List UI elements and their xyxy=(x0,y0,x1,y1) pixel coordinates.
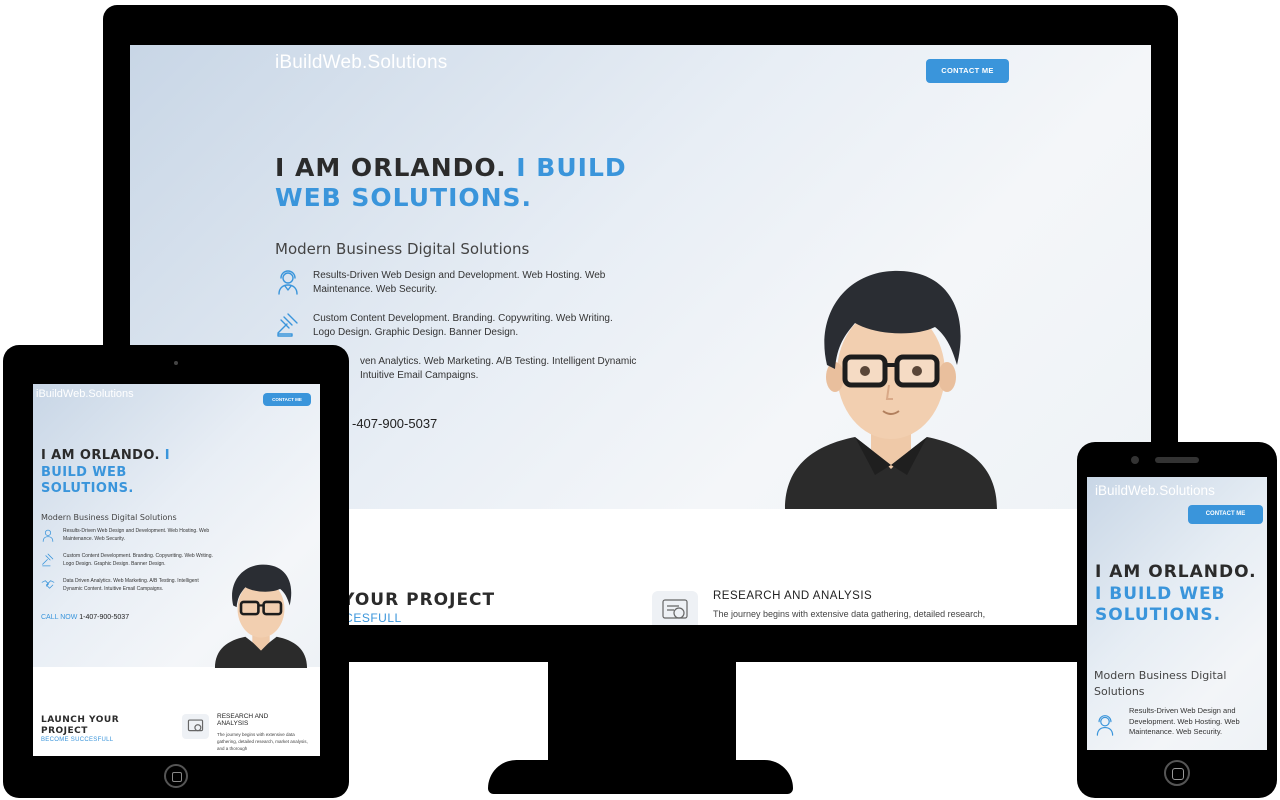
feature-item-web-design: Results-Driven Web Design and Developmen… xyxy=(275,269,635,299)
support-agent-icon xyxy=(1096,715,1114,736)
phone-speaker xyxy=(1155,457,1199,463)
feature-item-content: Custom Content Development. Branding. Co… xyxy=(41,553,221,569)
research-icon xyxy=(652,591,698,625)
headline-name: I AM ORLANDO. xyxy=(275,153,517,182)
feature-item-analytics: Data Driven Analytics. Web Marketing. A/… xyxy=(41,578,221,594)
contact-me-button[interactable]: CONTACT ME xyxy=(926,59,1009,83)
feature-item-web-design: Results-Driven Web Design and Developmen… xyxy=(1094,706,1264,750)
become-successful-subtitle: BECOME SUCCESFULL xyxy=(41,737,114,743)
responsive-devices-mockup: iBuildWeb.Solutions CONTACT ME I AM ORLA… xyxy=(0,0,1280,800)
feature-item-web-design: Results-Driven Web Design and Developmen… xyxy=(41,528,221,544)
headline-name: I AM ORLANDO. xyxy=(41,448,165,463)
hero-headline: I AM ORLANDO. I BUILD WEB SOLUTIONS. xyxy=(1095,562,1265,627)
handshake-icon xyxy=(41,580,55,589)
brand-logo[interactable]: iBuildWeb.Solutions xyxy=(1095,483,1215,498)
feature-text: Custom Content Development. Branding. Co… xyxy=(63,553,213,567)
phone-number[interactable]: -407-900-5037 xyxy=(352,416,437,431)
research-text: The journey begins with extensive data g… xyxy=(217,732,308,751)
feature-text: Results-Driven Web Design and Developmen… xyxy=(1129,706,1240,736)
tablet-camera xyxy=(174,361,178,365)
brand-logo[interactable]: iBuildWeb.Solutions xyxy=(36,388,134,400)
phone-home-button[interactable] xyxy=(1164,760,1190,786)
support-agent-icon xyxy=(42,529,54,542)
call-now[interactable]: CALL NOW 1-407-900-5037 xyxy=(41,614,129,621)
headline-accent: I BUILD WEB SOLUTIONS. xyxy=(1095,583,1226,626)
feature-text-line1: ven Analytics. Web Marketing. A/B Testin… xyxy=(360,356,637,367)
avatar-illustration xyxy=(785,270,997,509)
phone-screen: iBuildWeb.Solutions CONTACT ME I AM ORLA… xyxy=(1087,477,1267,750)
feature-text: Results-Driven Web Design and Developmen… xyxy=(313,270,606,295)
tablet-screen: iBuildWeb.Solutions CONTACT ME I AM ORLA… xyxy=(33,384,320,756)
tablet-home-button[interactable] xyxy=(164,764,188,788)
phone-number[interactable]: 1-407-900-5037 xyxy=(79,614,129,621)
contact-me-button[interactable]: CONTACT ME xyxy=(1188,505,1263,524)
gavel-icon xyxy=(277,313,298,337)
hero-subtitle: Modern Business Digital Solutions xyxy=(275,240,530,258)
feature-text: Data Driven Analytics. Web Marketing. A/… xyxy=(63,578,199,592)
launch-project-title: LAUNCH YOUR PROJECT xyxy=(41,715,120,736)
phone-camera xyxy=(1131,456,1139,464)
feature-text-partial: ven Analytics. Web Marketing. A/B Testin… xyxy=(360,355,680,383)
research-title: RESEARCH AND ANALYSIS xyxy=(713,590,873,602)
research-text: The journey begins with extensive data g… xyxy=(713,609,986,619)
contact-me-button[interactable]: CONTACT ME xyxy=(263,393,311,406)
research-icon xyxy=(182,714,209,739)
hero-subtitle: Modern Business Digital Solutions xyxy=(1094,669,1227,698)
hero-headline: I AM ORLANDO. I BUILD WEB SOLUTIONS. xyxy=(275,153,655,213)
gavel-icon xyxy=(42,553,54,567)
hero-subtitle: Modern Business Digital Solutions xyxy=(41,513,177,522)
hero-headline: I AM ORLANDO. I BUILD WEB SOLUTIONS. xyxy=(41,448,191,498)
avatar-illustration xyxy=(214,564,308,668)
feature-text: Custom Content Development. Branding. Co… xyxy=(313,313,613,338)
feature-text: Results-Driven Web Design and Developmen… xyxy=(63,528,210,542)
monitor-stand-base xyxy=(488,760,793,794)
headline-name: I AM ORLANDO. xyxy=(1095,562,1257,582)
research-title: RESEARCH AND ANALYSIS xyxy=(217,713,269,727)
support-agent-icon xyxy=(278,270,298,295)
feature-item-content: Custom Content Development. Branding. Co… xyxy=(275,312,635,342)
brand-logo[interactable]: iBuildWeb.Solutions xyxy=(275,52,447,74)
feature-text-line2: Intuitive Email Campaigns. xyxy=(360,370,479,381)
call-now-label: CALL NOW xyxy=(41,614,78,621)
